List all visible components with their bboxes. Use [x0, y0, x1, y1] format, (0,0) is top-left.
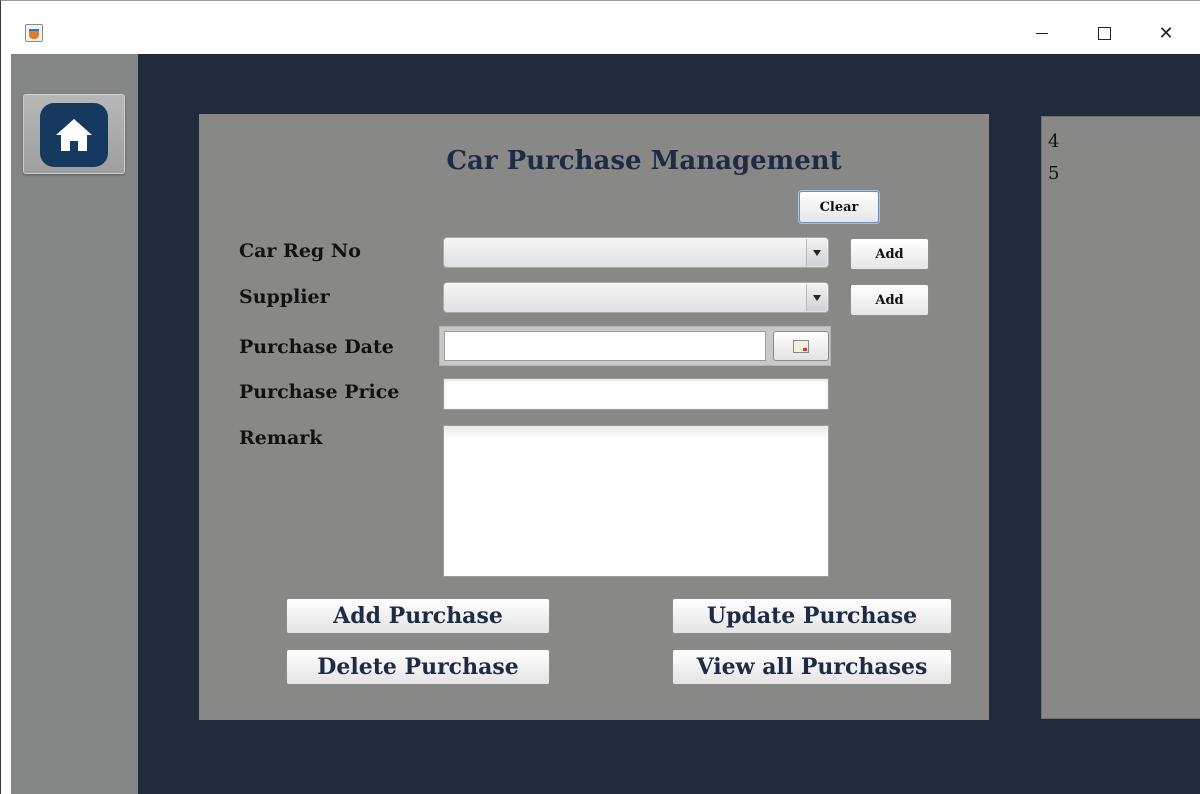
minimize-icon — [1036, 32, 1048, 34]
view-all-purchases-button[interactable]: View all Purchases — [672, 649, 952, 685]
close-button[interactable]: ✕ — [1143, 13, 1189, 53]
car-reg-no-label: Car Reg No — [239, 240, 361, 262]
supplier-label: Supplier — [239, 286, 330, 308]
purchase-price-label: Purchase Price — [239, 381, 400, 403]
purchase-price-input[interactable] — [443, 378, 829, 410]
calendar-icon — [793, 339, 809, 353]
remark-textarea[interactable] — [443, 425, 829, 577]
side-list: 4 5 — [1041, 116, 1200, 719]
purchase-form-panel: Car Purchase Management Clear Car Reg No… — [199, 114, 989, 720]
list-item[interactable]: 5 — [1048, 163, 1059, 184]
supplier-dropdown[interactable] — [443, 282, 829, 313]
calendar-button[interactable] — [773, 331, 829, 361]
purchase-date-label: Purchase Date — [239, 336, 394, 358]
sidebar — [11, 54, 138, 794]
maximize-button[interactable] — [1081, 13, 1127, 53]
java-app-icon — [25, 24, 43, 42]
minimize-button[interactable] — [1019, 13, 1065, 53]
main-area: Car Purchase Management Clear Car Reg No… — [138, 54, 1200, 794]
purchase-date-input[interactable] — [444, 331, 766, 361]
remark-label: Remark — [239, 427, 323, 449]
update-purchase-button[interactable]: Update Purchase — [672, 598, 952, 634]
list-item[interactable]: 4 — [1048, 131, 1059, 152]
car-reg-no-dropdown[interactable] — [443, 237, 829, 268]
add-car-button[interactable]: Add — [850, 238, 929, 270]
add-purchase-button[interactable]: Add Purchase — [286, 598, 550, 634]
chevron-down-icon[interactable] — [806, 284, 827, 311]
delete-purchase-button[interactable]: Delete Purchase — [286, 649, 550, 685]
home-button[interactable] — [23, 94, 125, 174]
chevron-down-icon[interactable] — [806, 239, 827, 266]
purchase-date-picker — [439, 326, 831, 366]
page-title: Car Purchase Management — [446, 146, 842, 176]
home-icon — [56, 119, 92, 151]
clear-button[interactable]: Clear — [799, 191, 879, 223]
close-icon: ✕ — [1158, 22, 1174, 44]
maximize-icon — [1097, 26, 1111, 40]
app-window: ✕ Car Purchase Management Clear Car Reg … — [0, 0, 1200, 794]
add-supplier-button[interactable]: Add — [850, 284, 929, 316]
title-bar: ✕ — [1, 1, 1200, 53]
home-tile — [40, 103, 108, 167]
